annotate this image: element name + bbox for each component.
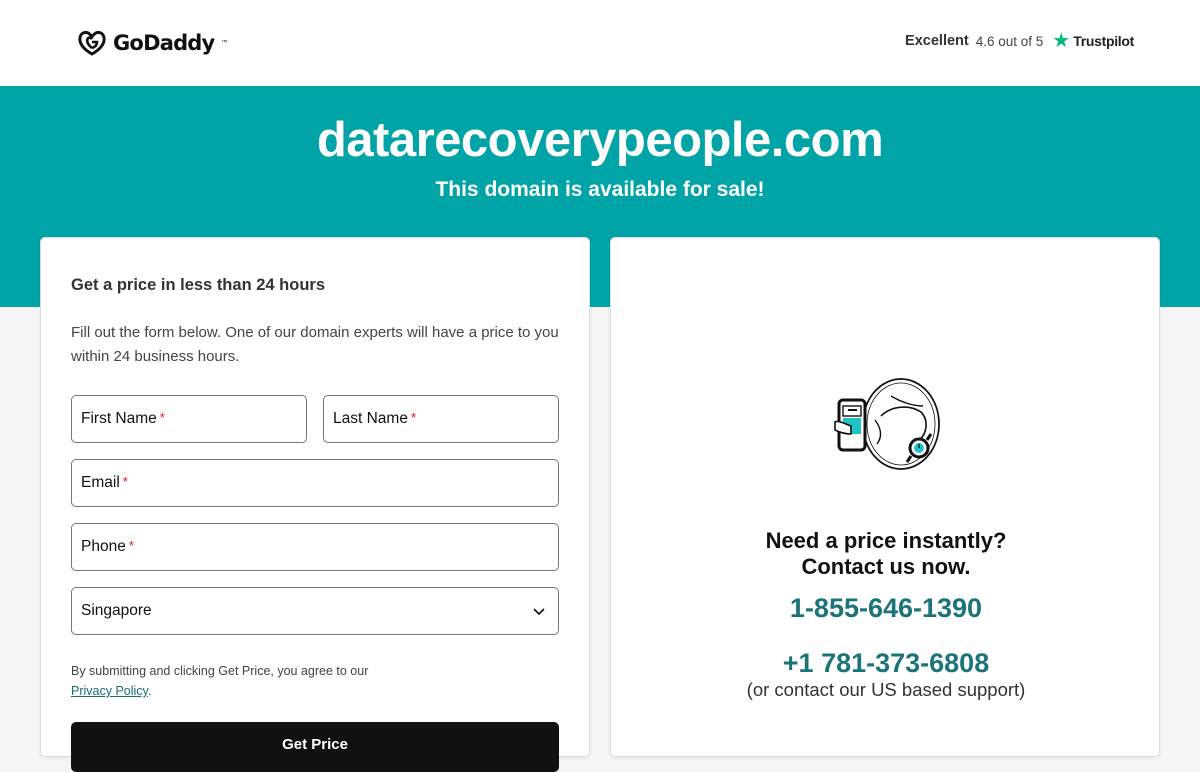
instant-heading-line1: Need a price instantly?	[765, 528, 1007, 553]
first-name-label: First Name	[81, 410, 157, 427]
required-mark: *	[122, 473, 128, 489]
country-select[interactable]: Singapore	[71, 587, 559, 635]
price-request-card: Get a price in less than 24 hours Fill o…	[40, 237, 590, 772]
trustpilot-star-icon: ★	[1052, 30, 1071, 52]
instant-heading-line2: Contact us now.	[801, 554, 971, 579]
country-value: Singapore	[81, 602, 152, 619]
privacy-policy-link[interactable]: Privacy Policy	[71, 684, 148, 698]
required-mark: *	[159, 409, 165, 425]
chevron-down-icon	[533, 608, 545, 616]
support-note: (or contact our US based support)	[746, 679, 1026, 700]
trademark-mark: ™	[221, 40, 228, 46]
trustpilot-score: 4.6 out of 5	[975, 33, 1044, 49]
required-mark: *	[410, 409, 417, 425]
godaddy-logo[interactable]: GoDaddy ™	[77, 29, 227, 57]
consent-statement: By submitting and clicking Get Price, yo…	[71, 664, 369, 678]
primary-phone-link[interactable]: 1-855-646-1390	[611, 593, 1161, 624]
phone-and-clock-illustration	[834, 378, 940, 470]
sale-tagline: This domain is available for sale!	[435, 178, 765, 201]
last-name-label: Last Name	[333, 410, 408, 427]
form-title: Get a price in less than 24 hours	[71, 276, 326, 294]
instant-price-heading: Need a price instantly? Contact us now.	[611, 528, 1161, 580]
contact-card: Need a price instantly? Contact us now. …	[610, 237, 1160, 757]
secondary-phone-link[interactable]: +1 781-373-6808	[611, 648, 1161, 679]
phone-field[interactable]: Phone *	[71, 523, 559, 571]
trustpilot-rating-word: Excellent	[905, 33, 969, 49]
last-name-field[interactable]: Last Name *	[323, 395, 559, 443]
phone-label: Phone	[81, 538, 126, 555]
form-description: Fill out the form below. One of our doma…	[71, 324, 559, 365]
trustpilot-widget[interactable]: Excellent 4.6 out of 5 ★ Trustpilot	[905, 31, 1134, 51]
consent-text: By submitting and clicking Get Price, yo…	[71, 661, 368, 701]
trustpilot-brand: Trustpilot	[1073, 33, 1134, 49]
first-name-field[interactable]: First Name *	[71, 395, 307, 443]
domain-name-heading: datarecoverypeople.com	[316, 113, 884, 167]
brand-name: GoDaddy	[113, 31, 215, 55]
required-mark: *	[128, 537, 134, 553]
consent-period: .	[147, 684, 152, 698]
email-label: Email	[81, 474, 120, 491]
get-price-button[interactable]: Get Price	[71, 722, 559, 772]
top-header: GoDaddy ™ Excellent 4.6 out of 5 ★ Trustp…	[0, 0, 1200, 86]
godaddy-logo-icon	[78, 30, 106, 56]
email-field[interactable]: Email *	[71, 459, 559, 507]
